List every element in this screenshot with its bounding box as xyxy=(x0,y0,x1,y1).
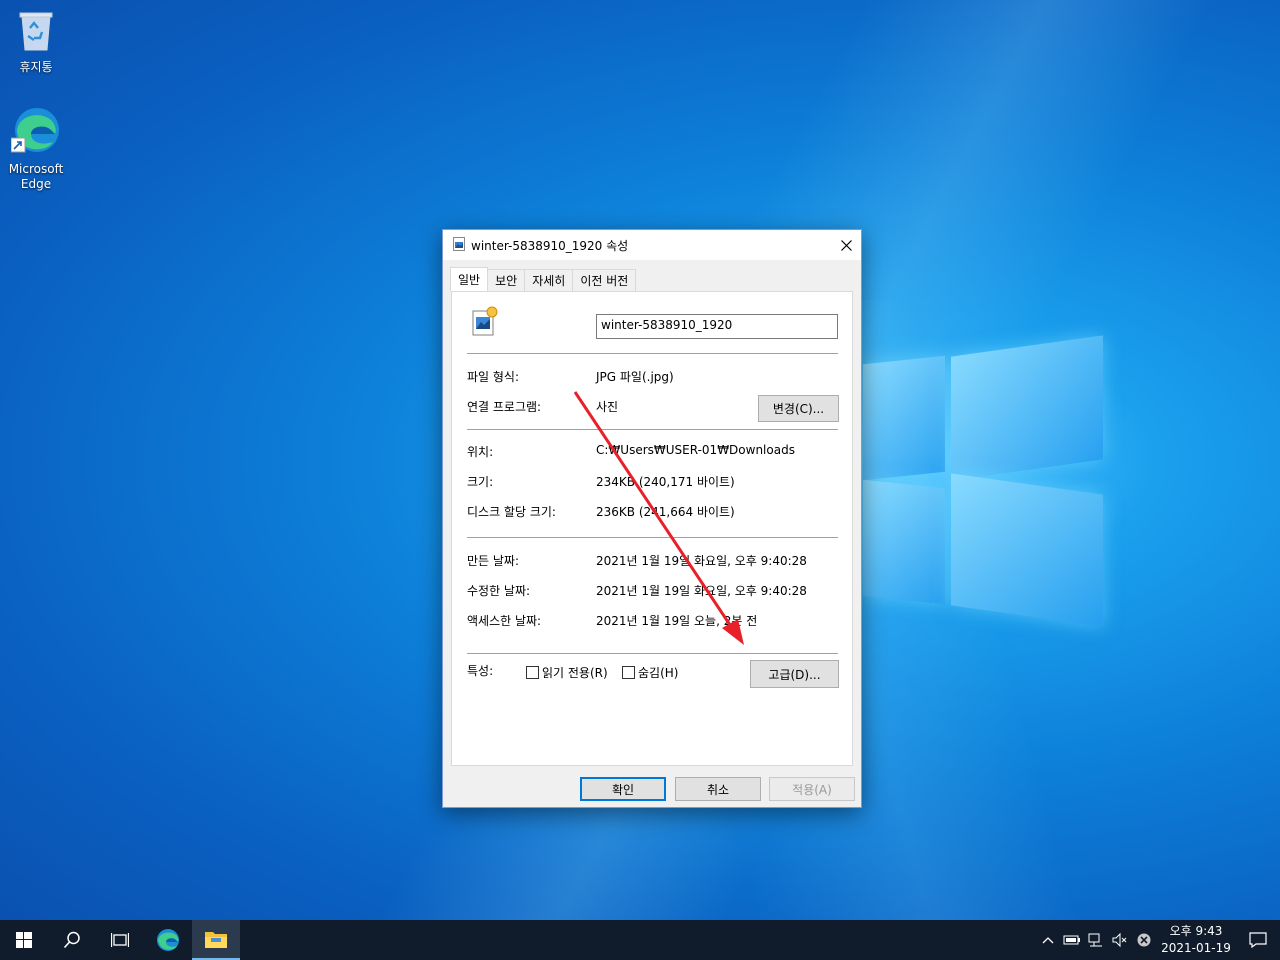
task-view-button[interactable] xyxy=(96,920,144,960)
tab-bar: 일반 보안 자세히 이전 버전 xyxy=(450,267,637,291)
network-tray-button[interactable] xyxy=(1084,920,1108,960)
apply-button[interactable]: 적용(A) xyxy=(769,777,855,801)
notification-icon xyxy=(1249,932,1267,948)
separator xyxy=(467,537,838,538)
taskbar-clock[interactable]: 오후 9:43 2021-01-19 xyxy=(1156,923,1236,957)
checkbox-box[interactable] xyxy=(622,666,635,679)
hidden-checkbox-label: 숨김(H) xyxy=(638,666,679,680)
desktop-icon-recycle-bin[interactable]: 휴지통 xyxy=(0,8,72,75)
size-value: 234KB (240,171 바이트) xyxy=(596,475,735,489)
location-label: 위치: xyxy=(467,445,494,459)
taskbar: 오후 9:43 2021-01-19 xyxy=(0,920,1280,960)
volume-tray-button[interactable] xyxy=(1108,920,1132,960)
edge-icon xyxy=(0,106,72,158)
accessed-value: 2021년 1월 19일 오늘, 2분 전 xyxy=(596,614,758,628)
taskbar-edge-button[interactable] xyxy=(144,920,192,960)
file-name-input[interactable]: winter-5838910_1920 xyxy=(596,314,838,339)
attributes-label: 특성: xyxy=(467,664,494,678)
windows-logo-wallpaper xyxy=(835,335,1107,627)
battery-icon xyxy=(1063,935,1080,945)
close-icon xyxy=(840,239,852,251)
desktop-icon-microsoft-edge[interactable]: Microsoft Edge xyxy=(0,106,72,192)
start-button[interactable] xyxy=(0,920,48,960)
opens-with-label: 연결 프로그램: xyxy=(467,400,542,414)
modified-label: 수정한 날짜: xyxy=(467,584,531,598)
file-properties-dialog: winter-5838910_1920 속성 일반 보안 자세히 이전 버전 w… xyxy=(442,229,862,808)
recycle-bin-icon xyxy=(0,8,72,56)
search-icon xyxy=(63,931,80,949)
checkbox-box[interactable] xyxy=(526,666,539,679)
accessed-label: 액세스한 날짜: xyxy=(467,614,542,628)
created-label: 만든 날짜: xyxy=(467,554,520,568)
network-icon xyxy=(1088,933,1102,947)
hidden-checkbox[interactable]: 숨김(H) xyxy=(622,664,678,681)
system-tray: 오후 9:43 2021-01-19 xyxy=(1036,920,1280,960)
dialog-title: winter-5838910_1920 속성 xyxy=(471,238,629,253)
separator xyxy=(467,429,838,430)
action-center-button[interactable] xyxy=(1236,920,1280,960)
file-type-label: 파일 형식: xyxy=(467,370,520,384)
size-on-disk-label: 디스크 할당 크기: xyxy=(467,505,556,519)
file-type-value: JPG 파일(.jpg) xyxy=(596,370,674,384)
clock-time: 오후 9:43 xyxy=(1169,924,1223,938)
dialog-titlebar[interactable]: winter-5838910_1920 속성 xyxy=(443,230,861,260)
search-button[interactable] xyxy=(48,920,96,960)
opens-with-value: 사진 xyxy=(596,400,619,414)
task-view-icon xyxy=(111,933,129,947)
change-program-button[interactable]: 변경(C)... xyxy=(758,395,839,422)
taskbar-file-explorer-button[interactable] xyxy=(192,920,240,960)
battery-tray-button[interactable] xyxy=(1060,920,1084,960)
readonly-checkbox[interactable]: 읽기 전용(R) xyxy=(526,664,608,681)
tab-previous-versions[interactable]: 이전 버전 xyxy=(572,269,637,291)
error-circle-icon xyxy=(1137,933,1151,947)
desktop-icon-label: Microsoft Edge xyxy=(8,162,64,191)
tab-security[interactable]: 보안 xyxy=(487,269,526,291)
separator xyxy=(467,353,838,354)
created-value: 2021년 1월 19일 화요일, 오후 9:40:28 xyxy=(596,554,807,568)
tab-general[interactable]: 일반 xyxy=(450,267,489,291)
clock-date: 2021-01-19 xyxy=(1161,941,1231,955)
image-file-large-icon xyxy=(472,306,498,339)
separator xyxy=(467,653,838,654)
cancel-button[interactable]: 취소 xyxy=(675,777,761,801)
chevron-up-icon xyxy=(1042,937,1054,944)
show-hidden-icons-button[interactable] xyxy=(1036,920,1060,960)
advanced-button[interactable]: 고급(D)... xyxy=(750,660,839,688)
windows-start-icon xyxy=(16,932,32,948)
size-on-disk-value: 236KB (241,664 바이트) xyxy=(596,505,735,519)
tab-details[interactable]: 자세히 xyxy=(524,269,574,291)
image-file-icon xyxy=(453,236,465,254)
folder-icon xyxy=(205,932,227,948)
close-button[interactable] xyxy=(831,230,861,260)
modified-value: 2021년 1월 19일 화요일, 오후 9:40:28 xyxy=(596,584,807,598)
desktop-icon-label: 휴지통 xyxy=(19,60,53,74)
edge-icon xyxy=(157,929,179,951)
size-label: 크기: xyxy=(467,475,494,489)
ok-button[interactable]: 확인 xyxy=(580,777,666,801)
status-tray-button[interactable] xyxy=(1132,920,1156,960)
general-tab-panel: winter-5838910_1920 파일 형식: JPG 파일(.jpg) … xyxy=(451,291,853,766)
readonly-checkbox-label: 읽기 전용(R) xyxy=(542,666,608,680)
volume-muted-icon xyxy=(1112,933,1127,947)
location-value: C:₩Users₩USER-01₩Downloads xyxy=(596,443,795,457)
